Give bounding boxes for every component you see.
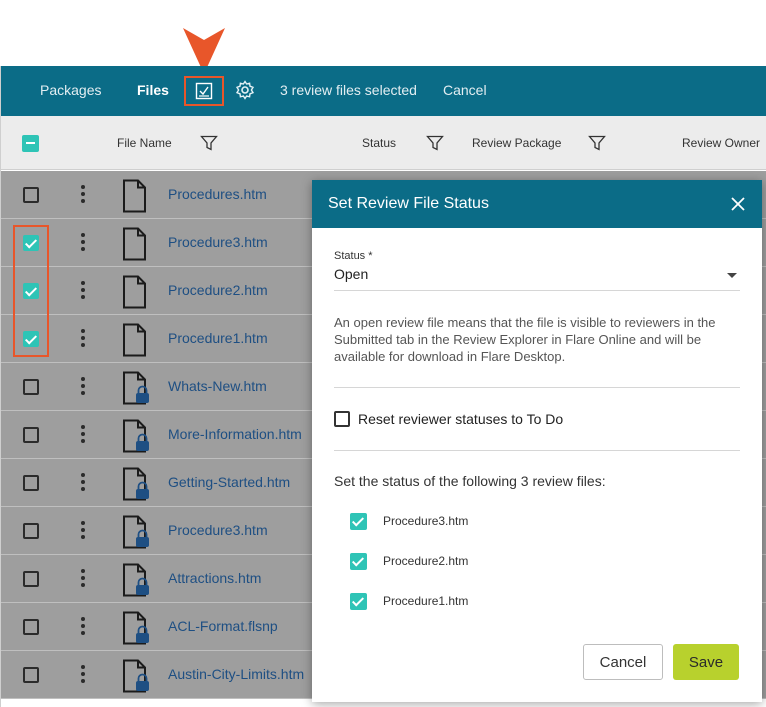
more-options-icon[interactable] bbox=[81, 617, 85, 637]
locked-file-icon bbox=[123, 419, 149, 453]
row-checkbox[interactable] bbox=[23, 427, 39, 443]
selection-count-text: 3 review files selected bbox=[280, 82, 417, 98]
tab-packages[interactable]: Packages bbox=[40, 82, 101, 98]
column-review-owner[interactable]: Review Owner bbox=[682, 136, 760, 150]
more-options-icon[interactable] bbox=[81, 329, 85, 349]
locked-file-icon bbox=[123, 563, 149, 597]
file-name-link[interactable]: Procedure2.htm bbox=[168, 282, 268, 298]
file-name-link[interactable]: Procedure3.htm bbox=[168, 234, 268, 250]
selected-file-name: Procedure2.htm bbox=[383, 554, 469, 568]
file-name-link[interactable]: ACL-Format.flsnp bbox=[168, 618, 278, 634]
file-name-link[interactable]: Whats-New.htm bbox=[168, 378, 267, 394]
file-name-link[interactable]: Procedure1.htm bbox=[168, 330, 268, 346]
locked-file-icon bbox=[123, 371, 149, 405]
locked-file-icon bbox=[123, 611, 149, 645]
locked-file-icon bbox=[123, 467, 149, 501]
close-icon[interactable] bbox=[730, 196, 746, 212]
checklist-icon bbox=[195, 82, 213, 100]
status-description: An open review file means that the file … bbox=[334, 315, 716, 364]
column-file-name[interactable]: File Name bbox=[117, 136, 172, 150]
locked-file-icon bbox=[123, 659, 149, 693]
selected-file-name: Procedure3.htm bbox=[383, 514, 469, 528]
status-field-underline bbox=[334, 290, 740, 291]
screenshot-stage: Packages Files 3 review files selected C… bbox=[0, 0, 766, 707]
file-icon bbox=[123, 227, 146, 261]
filter-review-package-icon[interactable] bbox=[588, 134, 606, 152]
filter-status-icon[interactable] bbox=[426, 134, 444, 152]
save-button[interactable]: Save bbox=[673, 644, 739, 680]
filter-file-name-icon[interactable] bbox=[200, 134, 218, 152]
column-status[interactable]: Status bbox=[362, 136, 396, 150]
selected-file-checkbox[interactable] bbox=[350, 553, 367, 570]
set-status-button[interactable] bbox=[184, 76, 224, 106]
row-checkbox[interactable] bbox=[23, 619, 39, 635]
locked-file-icon bbox=[123, 515, 149, 549]
row-checkbox[interactable] bbox=[23, 667, 39, 683]
file-name-link[interactable]: Procedures.htm bbox=[168, 186, 267, 202]
file-name-link[interactable]: More-Information.htm bbox=[168, 426, 302, 442]
file-name-link[interactable]: Attractions.htm bbox=[168, 570, 261, 586]
top-toolbar: Packages Files 3 review files selected C… bbox=[1, 66, 766, 116]
selected-checkboxes-highlight bbox=[13, 225, 49, 357]
row-checkbox[interactable] bbox=[23, 379, 39, 395]
more-options-icon[interactable] bbox=[81, 473, 85, 493]
more-options-icon[interactable] bbox=[81, 425, 85, 445]
cancel-button[interactable]: Cancel bbox=[583, 644, 663, 680]
row-checkbox[interactable] bbox=[23, 187, 39, 203]
table-header: File Name Status Review Package Review O… bbox=[1, 116, 766, 170]
set-review-file-status-dialog: Set Review File Status Status * Open An … bbox=[312, 180, 762, 702]
dialog-header: Set Review File Status bbox=[312, 180, 762, 228]
file-icon bbox=[123, 323, 146, 357]
more-options-icon[interactable] bbox=[81, 281, 85, 301]
more-options-icon[interactable] bbox=[81, 569, 85, 589]
file-name-link[interactable]: Getting-Started.htm bbox=[168, 474, 290, 490]
more-options-icon[interactable] bbox=[81, 377, 85, 397]
selected-file-checkbox[interactable] bbox=[350, 513, 367, 530]
file-icon bbox=[123, 275, 146, 309]
chevron-down-icon[interactable] bbox=[727, 273, 737, 278]
cancel-selection-link[interactable]: Cancel bbox=[443, 82, 487, 98]
selected-files-title: Set the status of the following 3 review… bbox=[334, 473, 606, 489]
row-checkbox[interactable] bbox=[23, 475, 39, 491]
more-options-icon[interactable] bbox=[81, 185, 85, 205]
select-all-checkbox[interactable] bbox=[22, 135, 39, 152]
more-options-icon[interactable] bbox=[81, 665, 85, 685]
reset-statuses-label[interactable]: Reset reviewer statuses to To Do bbox=[358, 411, 563, 427]
selected-file-checkbox[interactable] bbox=[350, 593, 367, 610]
more-options-icon[interactable] bbox=[81, 521, 85, 541]
file-name-link[interactable]: Procedure3.htm bbox=[168, 522, 268, 538]
column-review-package[interactable]: Review Package bbox=[472, 136, 561, 150]
selected-file-name: Procedure1.htm bbox=[383, 594, 469, 608]
more-options-icon[interactable] bbox=[81, 233, 85, 253]
status-field-label: Status * bbox=[334, 250, 373, 262]
status-select[interactable]: Open bbox=[334, 266, 368, 282]
row-checkbox[interactable] bbox=[23, 571, 39, 587]
dialog-title: Set Review File Status bbox=[328, 195, 489, 212]
gear-icon[interactable] bbox=[235, 80, 255, 100]
row-checkbox[interactable] bbox=[23, 523, 39, 539]
divider bbox=[334, 387, 740, 388]
reset-statuses-checkbox[interactable] bbox=[334, 411, 350, 427]
tab-files[interactable]: Files bbox=[137, 82, 169, 98]
divider bbox=[334, 450, 740, 451]
file-icon bbox=[123, 179, 146, 213]
file-name-link[interactable]: Austin-City-Limits.htm bbox=[168, 666, 304, 682]
